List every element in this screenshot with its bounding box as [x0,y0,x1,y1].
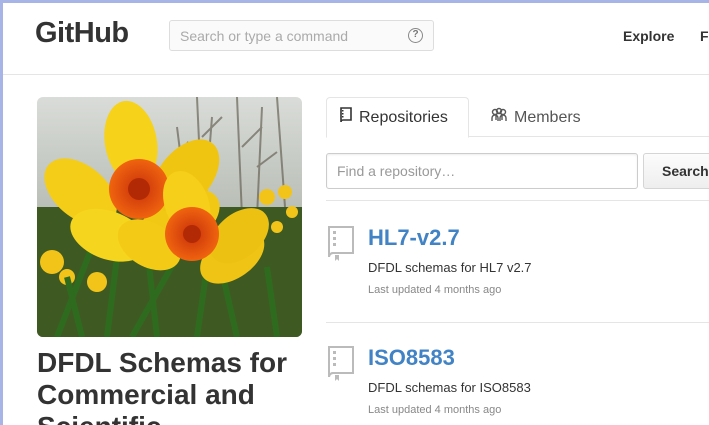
find-repository-input[interactable] [326,153,638,189]
search-button[interactable]: Search [643,153,709,189]
org-tabs: Repositories Members [326,97,709,138]
nav-explore[interactable]: Explore [623,28,674,44]
repo-list-item: ISO8583 DFDL schemas for ISO8583 Last up… [326,345,709,425]
nav-item-truncated[interactable]: F [700,28,709,44]
repo-description: DFDL schemas for HL7 v2.7 [368,260,532,275]
browser-frame: GitHub ? Explore F [0,0,709,425]
daffodil-image [37,97,302,337]
site-search-input[interactable] [170,21,400,50]
repo-icon [339,107,359,128]
tab-label: Repositories [359,108,448,126]
tab-members[interactable]: Members [478,97,598,138]
repo-last-updated: Last updated 4 months ago [368,284,502,296]
members-icon [490,107,514,128]
site-search[interactable]: ? [169,20,434,51]
repo-icon [326,225,356,266]
tab-repositories[interactable]: Repositories [326,97,469,138]
help-icon[interactable]: ? [408,28,423,43]
repo-list-item: HL7-v2.7 DFDL schemas for HL7 v2.7 Last … [326,225,709,325]
repo-last-updated: Last updated 4 months ago [368,404,502,416]
repo-icon [326,345,356,386]
github-logo[interactable]: GitHub [35,17,129,50]
org-name: DFDL Schemas for Commercial and Scientif… [37,347,287,425]
divider [326,322,709,323]
repo-description: DFDL schemas for ISO8583 [368,380,531,395]
divider [326,200,709,201]
repo-name-link[interactable]: ISO8583 [368,345,455,371]
tab-label: Members [514,108,581,126]
repo-name-link[interactable]: HL7-v2.7 [368,225,460,251]
site-header: GitHub ? Explore F [3,3,709,75]
org-avatar [37,97,302,337]
